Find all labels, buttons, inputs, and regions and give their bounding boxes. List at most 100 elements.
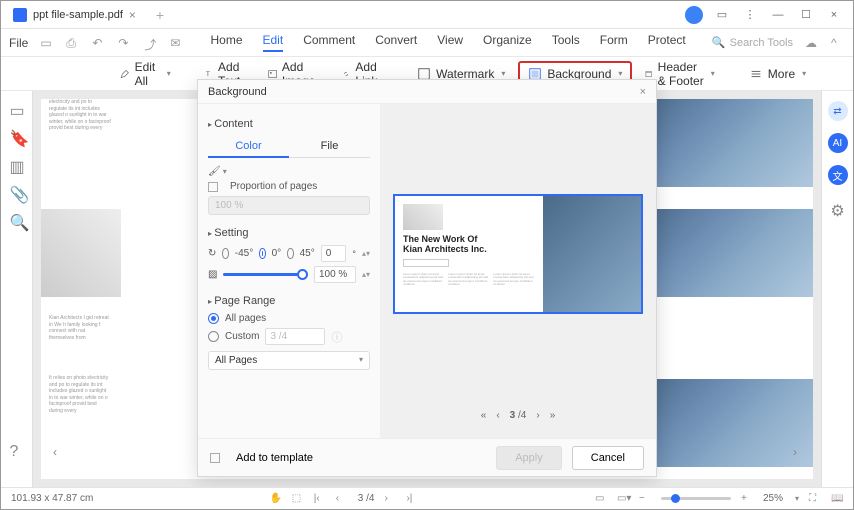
more-button[interactable]: More▾ [740,62,815,86]
chevron-up-icon[interactable]: ^ [831,36,845,50]
preview-box [403,259,449,267]
kebab-menu-icon[interactable]: ⋮ [741,6,759,24]
redo-icon[interactable]: ↷ [118,36,132,50]
preview-image [403,204,443,230]
rot-45-radio[interactable] [287,248,293,259]
help-icon[interactable]: ? [10,443,24,457]
maximize-button[interactable]: ☐ [797,6,815,24]
preview-page: The New Work OfKian Architects Inc. Lore… [393,194,643,314]
tab-tools[interactable]: Tools [552,33,580,52]
tab-view[interactable]: View [437,33,463,52]
find-icon[interactable]: 🔍 [10,213,24,227]
tab-title: ppt file-sample.pdf [33,9,123,21]
custom-range-input[interactable]: 3 /4 [265,328,325,345]
print-icon[interactable]: ⎙ [66,36,80,50]
more-label: More [768,67,795,81]
all-pages-radio[interactable] [208,313,219,324]
stepper-icon[interactable]: ▴▾ [362,249,370,258]
tab-protect[interactable]: Protect [648,33,686,52]
tab-form[interactable]: Form [600,33,628,52]
panel-toggle-icon[interactable]: ⇄ [828,101,848,121]
last-page-button[interactable]: » [550,410,556,421]
file-tab[interactable]: File [289,136,370,158]
select-tool-icon[interactable]: ⬚ [292,493,304,505]
tab-comment[interactable]: Comment [303,33,355,52]
zoom-slider[interactable] [661,497,731,500]
body-text: electricity and po to regulate its int i… [49,99,111,132]
tab-convert[interactable]: Convert [375,33,417,52]
app-menu-icon[interactable]: ▭ [713,6,731,24]
custom-radio[interactable] [208,331,219,342]
next-page-arrow[interactable]: › [793,445,797,459]
zoom-in-button[interactable]: + [741,493,753,505]
prev-icon[interactable]: ‹ [336,493,348,505]
proportion-checkbox[interactable] [208,182,218,192]
setting-section-header: Setting [208,227,370,239]
user-avatar[interactable] [685,6,703,24]
main-tabs: Home Edit Comment Convert View Organize … [210,33,685,52]
fit-width-icon[interactable]: ▭▾ [617,493,629,505]
cancel-button[interactable]: Cancel [572,446,644,470]
opacity-value[interactable]: 100 % [314,266,356,283]
dialog-close-button[interactable]: × [640,86,646,98]
color-picker-icon[interactable]: 🖌▾ [208,166,227,177]
body-text: It relies on photo electricity and po to… [49,375,111,414]
prev-page-arrow[interactable]: ‹ [53,445,57,459]
open-icon[interactable]: ▭ [40,36,54,50]
cloud-icon[interactable]: ☁ [805,36,819,50]
preview-col: Lorem ipsum dolor sit amet consectetur a… [493,273,534,287]
apply-button[interactable]: Apply [496,446,562,470]
add-tab-button[interactable]: + [156,7,164,23]
tab-home[interactable]: Home [210,33,242,52]
first-page-button[interactable]: « [481,410,487,421]
close-tab-icon[interactable]: × [129,8,136,22]
fullscreen-icon[interactable]: ⛶ [809,493,821,505]
hand-tool-icon[interactable]: ✋ [270,493,282,505]
rot-45-label: 45° [300,248,315,259]
attachment-icon[interactable]: 📎 [10,185,24,199]
edit-all-label: Edit All [135,60,160,88]
preview-col: Lorem ipsum dolor sit amet consectetur a… [403,273,444,287]
tab-edit[interactable]: Edit [263,33,284,52]
thumbnails-icon[interactable]: ▭ [10,101,24,115]
rot-0-label: 0° [272,248,282,259]
rot-neg45-radio[interactable] [222,248,228,259]
close-window-button[interactable]: × [825,6,843,24]
edit-all-button[interactable]: Edit All▾ [111,55,180,93]
page-indicator[interactable]: 3 /4 [358,493,375,504]
next-icon[interactable]: › [384,493,396,505]
settings-icon[interactable]: ⚙ [830,201,844,221]
bookmark-icon[interactable]: 🔖 [10,129,24,143]
range-section-header: Page Range [208,295,370,307]
last-icon[interactable]: ›| [406,493,418,505]
stepper-icon[interactable]: ▴▾ [362,270,370,279]
opacity-slider[interactable] [223,273,308,276]
ai-icon[interactable]: AI [828,133,848,153]
preview-area: The New Work OfKian Architects Inc. Lore… [390,114,646,394]
document-tab[interactable]: ppt file-sample.pdf × [1,1,148,28]
add-template-checkbox[interactable] [210,453,220,463]
fit-page-icon[interactable]: ▭ [595,493,607,505]
next-page-button[interactable]: › [536,410,539,421]
rot-custom-input[interactable]: 0 [321,245,347,262]
page-dimensions: 101.93 x 47.87 cm [11,493,93,504]
translate-icon[interactable]: 文 [828,165,848,185]
custom-label: Custom [225,331,259,342]
mail-icon[interactable]: ✉ [170,36,184,50]
page-range-select[interactable]: All Pages ▾ [208,351,370,370]
first-icon[interactable]: |‹ [314,493,326,505]
share-icon[interactable]: ⤴ [144,36,158,50]
color-tab[interactable]: Color [208,136,289,158]
minimize-button[interactable]: — [769,6,787,24]
search-tools[interactable]: 🔍 Search Tools [712,36,793,49]
undo-icon[interactable]: ↶ [92,36,106,50]
zoom-level[interactable]: 25% [763,493,783,504]
rot-0-radio[interactable] [259,248,265,259]
prev-page-button[interactable]: ‹ [496,410,499,421]
read-mode-icon[interactable]: 📖 [831,493,843,505]
file-menu[interactable]: File [9,36,28,50]
layers-icon[interactable]: ▥ [10,157,24,171]
zoom-out-button[interactable]: − [639,493,651,505]
body-text: Kian Architects I gid retreat in We h fa… [49,315,111,341]
tab-organize[interactable]: Organize [483,33,532,52]
